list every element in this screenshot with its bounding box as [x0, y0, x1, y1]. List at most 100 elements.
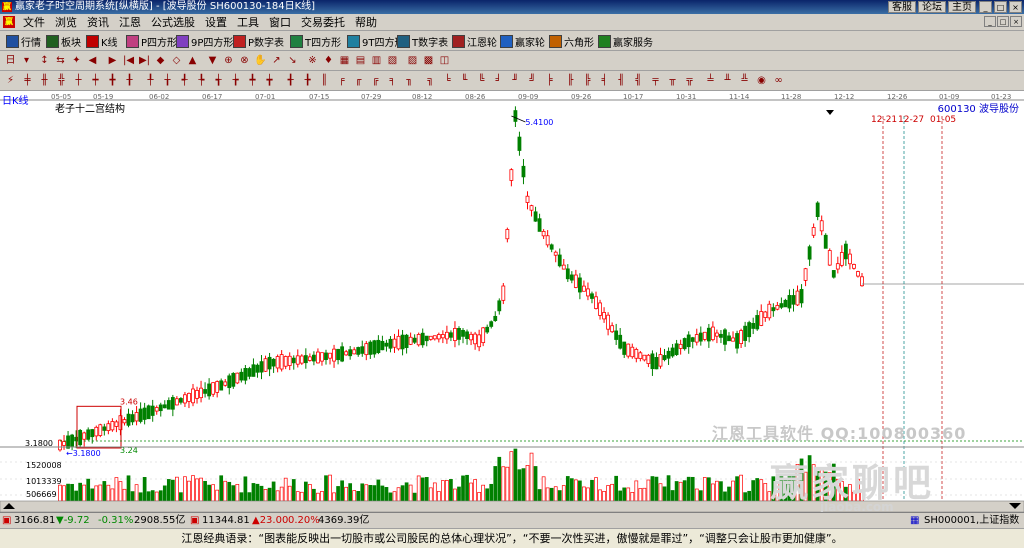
draw-tool-11-icon[interactable]: ▲ — [186, 54, 199, 67]
analysis-tool-15-icon[interactable]: ╈ — [263, 74, 276, 87]
analysis-tool-37-icon[interactable]: ╤ — [649, 74, 662, 87]
mdi-minimize-button[interactable]: _ — [984, 16, 996, 27]
sh-index-value[interactable]: 3166.81 — [14, 513, 55, 528]
analysis-tool-31-icon[interactable]: ╞ — [543, 74, 556, 87]
draw-tool-4-icon[interactable]: ✦ — [70, 54, 83, 67]
period-label[interactable]: 日K线 — [2, 92, 29, 107]
toolbar-button-p-square[interactable]: P四方形 — [126, 33, 177, 49]
analysis-tool-18-icon[interactable]: ║ — [318, 74, 331, 87]
menu-settings[interactable]: 设置 — [200, 16, 232, 29]
analysis-tool-28-icon[interactable]: ╛ — [492, 74, 505, 87]
minimize-button[interactable]: _ — [979, 1, 992, 13]
menu-trade[interactable]: 交易委托 — [296, 16, 350, 29]
analysis-tool-19-icon[interactable]: ╒ — [335, 74, 348, 87]
analysis-tool-20-icon[interactable]: ╓ — [352, 74, 365, 87]
analysis-tool-23-icon[interactable]: ╖ — [403, 74, 416, 87]
analysis-tool-1-icon[interactable]: ╪ — [21, 74, 34, 87]
analysis-tool-40-icon[interactable]: ╧ — [704, 74, 717, 87]
analysis-tool-26-icon[interactable]: ╙ — [458, 74, 471, 87]
draw-tool-6-icon[interactable]: ▶ — [106, 54, 119, 67]
mdi-close-button[interactable]: × — [1010, 16, 1022, 27]
draw-tool-21-icon[interactable]: ▤ — [354, 54, 367, 67]
chart-svg[interactable]: 05-05 05-19 06-02 06-17 07-01 07-15 07-29 08-12… — [0, 91, 1024, 512]
draw-tool-5-icon[interactable]: ◀ — [86, 54, 99, 67]
draw-tool-24-icon[interactable]: ▨ — [406, 54, 419, 67]
toolbar-button-gann-wheel[interactable]: 江恩轮 — [452, 33, 497, 49]
homepage-link[interactable]: 主页 — [948, 1, 976, 13]
analysis-tool-32-icon[interactable]: ╟ — [564, 74, 577, 87]
maximize-button[interactable]: □ — [994, 1, 1007, 13]
analysis-tool-5-icon[interactable]: ┿ — [89, 74, 102, 87]
analysis-tool-42-icon[interactable]: ╩ — [738, 74, 751, 87]
draw-tool-1-icon[interactable]: ▾ — [20, 54, 33, 67]
analysis-tool-43-icon[interactable]: ◉ — [755, 74, 768, 87]
draw-tool-2-icon[interactable]: ↕ — [38, 54, 51, 67]
toolbar-button-t-square[interactable]: T四方形 — [290, 33, 341, 49]
analysis-tool-8-icon[interactable]: ╀ — [144, 74, 157, 87]
analysis-tool-11-icon[interactable]: ╄ — [195, 74, 208, 87]
customer-service-link[interactable]: 客服 — [888, 1, 916, 13]
toolbar-button-service[interactable]: 赢家服务 — [598, 33, 653, 49]
menu-window[interactable]: 窗口 — [264, 16, 296, 29]
draw-tool-16-icon[interactable]: ↗ — [270, 54, 283, 67]
draw-tool-23-icon[interactable]: ▧ — [386, 54, 399, 67]
analysis-tool-29-icon[interactable]: ╜ — [509, 74, 522, 87]
draw-tool-0-icon[interactable]: 日 — [4, 54, 17, 67]
toolbar-button-kline[interactable]: K线 — [86, 33, 118, 49]
toolbar-button-9t-square[interactable]: 9T四方形 — [347, 33, 404, 49]
analysis-tool-16-icon[interactable]: ╉ — [284, 74, 297, 87]
draw-tool-26-icon[interactable]: ◫ — [438, 54, 451, 67]
toolbar-button-9p-square[interactable]: 9P四方形 — [176, 33, 233, 49]
draw-tool-22-icon[interactable]: ▥ — [370, 54, 383, 67]
draw-tool-7-icon[interactable]: |◀ — [122, 54, 135, 67]
draw-tool-14-icon[interactable]: ⊗ — [238, 54, 251, 67]
toolbar-button-grid[interactable]: 行情 — [6, 33, 41, 49]
analysis-tool-13-icon[interactable]: ╆ — [229, 74, 242, 87]
analysis-tool-10-icon[interactable]: ╃ — [178, 74, 191, 87]
close-button[interactable]: × — [1009, 1, 1022, 13]
menu-formula[interactable]: 公式选股 — [146, 16, 200, 29]
toolbar-button-blocks[interactable]: 板块 — [46, 33, 81, 49]
analysis-tool-4-icon[interactable]: ┼ — [72, 74, 85, 87]
toolbar-button-winner-wheel[interactable]: 赢家轮 — [500, 33, 545, 49]
toolbar-button-p-table[interactable]: P数字表 — [233, 33, 284, 49]
analysis-tool-34-icon[interactable]: ╡ — [598, 74, 611, 87]
draw-tool-15-icon[interactable]: ✋ — [254, 54, 267, 67]
analysis-tool-7-icon[interactable]: ╂ — [123, 74, 136, 87]
kline-chart[interactable]: 05-05 05-19 06-02 06-17 07-01 07-15 07-29 08-12… — [0, 91, 1024, 512]
document-icon[interactable]: 赢 — [3, 16, 15, 28]
menu-help[interactable]: 帮助 — [350, 16, 382, 29]
analysis-tool-0-icon[interactable]: ⚡ — [4, 74, 17, 87]
draw-tool-19-icon[interactable]: ♦ — [322, 54, 335, 67]
analysis-tool-6-icon[interactable]: ╋ — [106, 74, 119, 87]
forum-link[interactable]: 论坛 — [918, 1, 946, 13]
analysis-tool-17-icon[interactable]: ╊ — [301, 74, 314, 87]
analysis-tool-24-icon[interactable]: ╗ — [424, 74, 437, 87]
analysis-tool-33-icon[interactable]: ╠ — [581, 74, 594, 87]
analysis-tool-27-icon[interactable]: ╚ — [475, 74, 488, 87]
analysis-tool-3-icon[interactable]: ╬ — [55, 74, 68, 87]
draw-tool-25-icon[interactable]: ▩ — [422, 54, 435, 67]
analysis-tool-36-icon[interactable]: ╣ — [632, 74, 645, 87]
analysis-tool-14-icon[interactable]: ╇ — [246, 74, 259, 87]
analysis-tool-35-icon[interactable]: ╢ — [615, 74, 628, 87]
draw-tool-13-icon[interactable]: ⊕ — [222, 54, 235, 67]
analysis-tool-12-icon[interactable]: ╅ — [212, 74, 225, 87]
draw-tool-20-icon[interactable]: ▦ — [338, 54, 351, 67]
menu-gann[interactable]: 江恩 — [114, 16, 146, 29]
draw-tool-17-icon[interactable]: ↘ — [286, 54, 299, 67]
sz-index-value[interactable]: 11344.81 — [202, 513, 250, 528]
analysis-tool-30-icon[interactable]: ╝ — [526, 74, 539, 87]
draw-tool-3-icon[interactable]: ⇆ — [54, 54, 67, 67]
analysis-tool-9-icon[interactable]: ╁ — [161, 74, 174, 87]
analysis-tool-21-icon[interactable]: ╔ — [369, 74, 382, 87]
menu-tools[interactable]: 工具 — [232, 16, 264, 29]
analysis-tool-25-icon[interactable]: ╘ — [441, 74, 454, 87]
analysis-tool-44-icon[interactable]: ∞ — [772, 74, 785, 87]
mdi-restore-button[interactable]: □ — [997, 16, 1009, 27]
draw-tool-12-icon[interactable]: ▼ — [206, 54, 219, 67]
menu-news[interactable]: 资讯 — [82, 16, 114, 29]
draw-tool-18-icon[interactable]: ※ — [306, 54, 319, 67]
analysis-tool-38-icon[interactable]: ╥ — [666, 74, 679, 87]
draw-tool-8-icon[interactable]: ▶| — [138, 54, 151, 67]
